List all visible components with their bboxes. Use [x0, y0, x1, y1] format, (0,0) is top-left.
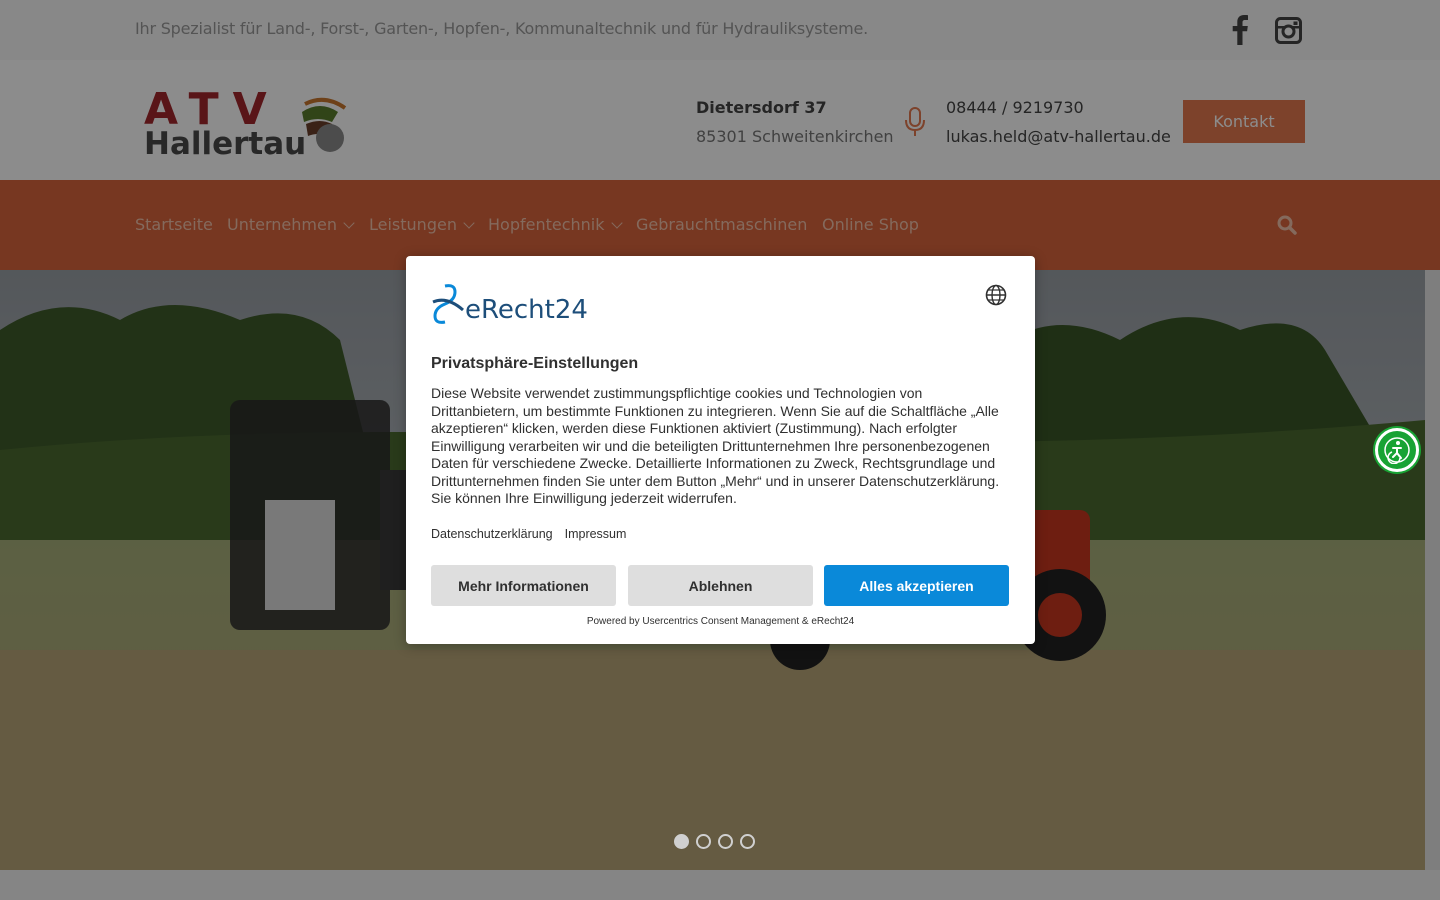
imprint-link[interactable]: Impressum [565, 527, 627, 541]
slider-dot[interactable] [696, 834, 711, 849]
slider-dots [674, 834, 755, 849]
brand-name: eRecht24 [465, 295, 588, 324]
consent-title: Privatsphäre-Einstellungen [431, 355, 639, 372]
slider-dot[interactable] [740, 834, 755, 849]
slider-dot[interactable] [674, 834, 689, 849]
slider-dot[interactable] [718, 834, 733, 849]
deny-button[interactable]: Ablehnen [628, 565, 813, 606]
accessibility-icon[interactable] [1375, 428, 1419, 472]
powered-by-text: Powered by Usercentrics Consent Manageme… [586, 616, 855, 627]
language-globe-icon[interactable] [985, 284, 1007, 306]
consent-links: Datenschutzerklärung Impressum [431, 527, 626, 541]
accept-all-button[interactable]: Alles akzeptieren [824, 565, 1009, 606]
more-info-button[interactable]: Mehr Informationen [431, 565, 616, 606]
erecht24-logo: eRecht24 [431, 282, 596, 325]
consent-dialog: eRecht24 Privatsphäre-Einstellungen Dies… [406, 256, 1035, 644]
privacy-policy-link[interactable]: Datenschutzerklärung [431, 527, 553, 541]
consent-body: Diese Website verwendet zustimmungspflic… [431, 385, 1000, 506]
